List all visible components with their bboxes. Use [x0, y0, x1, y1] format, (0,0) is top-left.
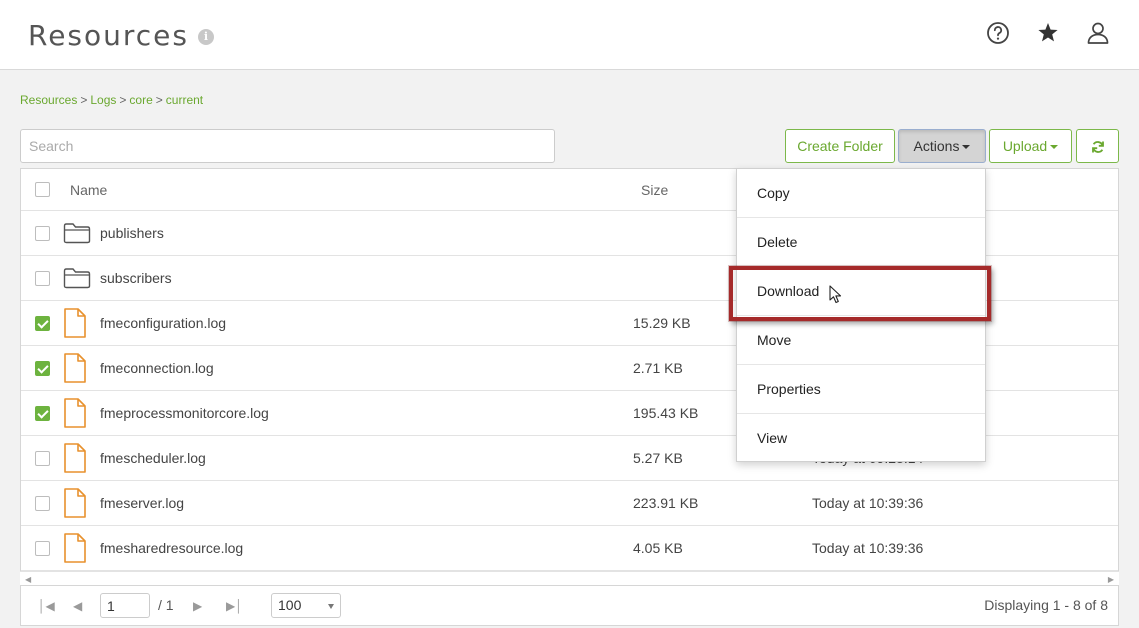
- menu-item-view[interactable]: View: [737, 414, 985, 463]
- file-icon: [63, 443, 87, 476]
- row-checkbox[interactable]: [35, 451, 50, 466]
- menu-item-delete[interactable]: Delete: [737, 218, 985, 267]
- actions-button-label: Actions: [913, 138, 960, 154]
- refresh-icon: [1091, 141, 1104, 153]
- menu-item-copy[interactable]: Copy: [737, 169, 985, 218]
- scroll-right-icon[interactable]: ▶: [1108, 575, 1114, 584]
- folder-icon: [63, 222, 91, 247]
- row-checkbox[interactable]: [35, 541, 50, 556]
- refresh-button[interactable]: [1076, 129, 1119, 163]
- table-row[interactable]: fmesharedresource.log 4.05 KB Today at 10:…: [21, 526, 1118, 571]
- pagination-bar: │◀ ◀ / 1 ▶ ▶│ 100 Displaying 1 - 8 of 8: [20, 586, 1119, 626]
- menu-item-properties[interactable]: Properties: [737, 365, 985, 414]
- file-icon: [63, 533, 87, 566]
- page-number-input[interactable]: [100, 593, 150, 618]
- page-title: Resources: [28, 19, 189, 52]
- breadcrumb-resources[interactable]: Resources: [20, 93, 77, 107]
- create-folder-button[interactable]: Create Folder: [785, 129, 895, 163]
- page-size-select[interactable]: 100: [271, 593, 341, 618]
- page-size-value: 100: [278, 597, 302, 613]
- row-size: 15.29 KB: [633, 315, 691, 331]
- actions-button[interactable]: Actions: [898, 129, 986, 163]
- row-checkbox[interactable]: [35, 316, 50, 331]
- actions-dropdown-menu: Copy Delete Download Move Properties Vie…: [736, 168, 986, 462]
- scroll-left-icon[interactable]: ◀: [25, 575, 31, 584]
- display-count: Displaying 1 - 8 of 8: [984, 597, 1108, 613]
- row-name[interactable]: subscribers: [100, 270, 172, 286]
- previous-page-icon[interactable]: ◀: [73, 599, 82, 613]
- row-size: 195.43 KB: [633, 405, 699, 421]
- breadcrumb-separator: >: [155, 93, 163, 107]
- row-size: 4.05 KB: [633, 540, 683, 556]
- row-name[interactable]: publishers: [100, 225, 164, 241]
- row-checkbox[interactable]: [35, 271, 50, 286]
- row-name[interactable]: fmeprocessmonitorcore.log: [100, 405, 269, 421]
- row-modified: Today at 10:39:36: [812, 495, 924, 511]
- file-icon: [63, 353, 87, 386]
- search-input[interactable]: [20, 129, 555, 163]
- row-checkbox[interactable]: [35, 406, 50, 421]
- column-header-size[interactable]: Size: [641, 182, 668, 198]
- next-page-icon[interactable]: ▶: [193, 599, 202, 613]
- row-name[interactable]: fmeserver.log: [100, 495, 184, 511]
- breadcrumb-current[interactable]: current: [166, 93, 203, 107]
- breadcrumb-separator: >: [119, 93, 127, 107]
- first-page-icon[interactable]: │◀: [38, 599, 55, 613]
- horizontal-scrollbar[interactable]: ◀ ▶: [20, 571, 1119, 585]
- row-checkbox[interactable]: [35, 496, 50, 511]
- last-page-icon[interactable]: ▶│: [226, 599, 243, 613]
- column-header-name[interactable]: Name: [70, 182, 107, 198]
- menu-item-download[interactable]: Download: [737, 267, 985, 316]
- app-header: Resources i: [0, 0, 1139, 70]
- breadcrumb-core[interactable]: core: [129, 93, 152, 107]
- folder-icon: [63, 267, 91, 292]
- select-all-checkbox[interactable]: [35, 182, 50, 197]
- menu-item-move[interactable]: Move: [737, 316, 985, 365]
- row-name[interactable]: fmescheduler.log: [100, 450, 206, 466]
- row-checkbox[interactable]: [35, 226, 50, 241]
- row-size: 2.71 KB: [633, 360, 683, 376]
- page-count: / 1: [158, 597, 174, 613]
- table-row[interactable]: fmeserver.log 223.91 KB Today at 10:39:36: [21, 481, 1118, 526]
- row-name[interactable]: fmesharedresource.log: [100, 540, 243, 556]
- upload-button[interactable]: Upload: [989, 129, 1072, 163]
- chevron-down-icon: [1050, 145, 1059, 150]
- file-icon: [63, 488, 87, 521]
- mouse-cursor-icon: [829, 285, 842, 304]
- breadcrumb-logs[interactable]: Logs: [90, 93, 116, 107]
- breadcrumb-separator: >: [80, 93, 88, 107]
- file-icon: [63, 308, 87, 341]
- row-name[interactable]: fmeconnection.log: [100, 360, 214, 376]
- chevron-down-icon: [328, 604, 334, 609]
- row-size: 5.27 KB: [633, 450, 683, 466]
- star-icon[interactable]: [1035, 20, 1061, 46]
- help-icon[interactable]: [985, 20, 1011, 46]
- row-checkbox[interactable]: [35, 361, 50, 376]
- row-name[interactable]: fmeconfiguration.log: [100, 315, 226, 331]
- row-modified: Today at 10:39:36: [812, 540, 924, 556]
- user-icon[interactable]: [1085, 20, 1111, 46]
- upload-button-label: Upload: [1002, 138, 1048, 154]
- file-icon: [63, 398, 87, 431]
- info-icon[interactable]: i: [198, 29, 214, 45]
- row-size: 223.91 KB: [633, 495, 699, 511]
- breadcrumb: Resources > Logs > core > current: [20, 93, 203, 107]
- chevron-down-icon: [962, 145, 971, 150]
